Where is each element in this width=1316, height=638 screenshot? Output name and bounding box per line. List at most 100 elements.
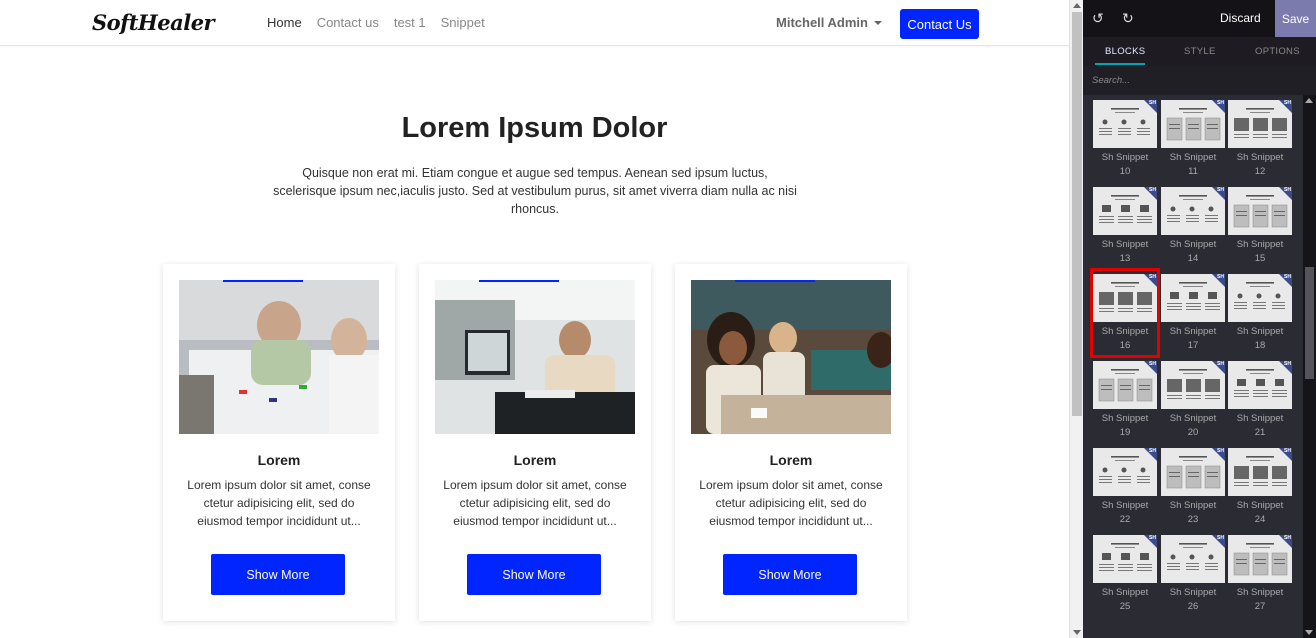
snippet-name: Sh Snippet <box>1169 500 1217 511</box>
card-accent-bar <box>735 280 815 282</box>
tab-blocks[interactable]: BLOCKS <box>1105 46 1145 57</box>
snippet-tile-17[interactable]: SH Sh Snippet 17 <box>1161 271 1225 355</box>
snippet-name: Sh Snippet <box>1169 413 1217 424</box>
snippet-number: 23 <box>1187 514 1199 525</box>
snippet-name: Sh Snippet <box>1236 152 1284 163</box>
sh-badge-text: SH <box>1284 535 1291 541</box>
snippet-number: 16 <box>1119 340 1131 351</box>
snippet-name: Sh Snippet <box>1101 239 1149 250</box>
snippet-label: Sh Snippet 16 <box>1093 325 1157 353</box>
sh-badge-text: SH <box>1149 361 1156 367</box>
scrollbar-thumb[interactable] <box>1305 267 1314 379</box>
snippet-thumbnail: SH <box>1161 187 1225 235</box>
sh-badge-text: SH <box>1217 535 1224 541</box>
card-title: Lorem <box>769 452 813 468</box>
show-more-button[interactable]: Show More <box>723 554 857 595</box>
scroll-down-icon[interactable] <box>1073 630 1081 635</box>
tab-style[interactable]: STYLE <box>1184 46 1216 57</box>
snippet-name: Sh Snippet <box>1236 413 1284 424</box>
nav-link-contact-us[interactable]: Contact us <box>317 15 379 30</box>
snippet-name: Sh Snippet <box>1236 326 1284 337</box>
panel-scrollbar[interactable] <box>1303 95 1316 638</box>
snippet-tile-27[interactable]: SH Sh Snippet 27 <box>1228 532 1292 616</box>
user-menu[interactable]: Mitchell Admin <box>776 15 882 30</box>
card-image-office-meeting <box>179 280 379 434</box>
snippet-tile-14[interactable]: SH Sh Snippet 14 <box>1161 184 1225 268</box>
snippet-label: Sh Snippet 26 <box>1161 586 1225 614</box>
sh-badge-text: SH <box>1284 187 1291 193</box>
snippet-thumbnail: SH <box>1161 100 1225 148</box>
sh-badge-text: SH <box>1217 187 1224 193</box>
snippet-number: 14 <box>1187 253 1199 264</box>
snippet-number: 22 <box>1119 514 1131 525</box>
snippet-thumbnail: SH <box>1093 361 1157 409</box>
snippet-thumbnail: SH <box>1093 274 1157 322</box>
snippet-tile-23[interactable]: SH Sh Snippet 23 <box>1161 445 1225 529</box>
site-scrollbar[interactable] <box>1069 0 1083 638</box>
scroll-up-icon[interactable] <box>1305 98 1313 103</box>
sh-badge-text: SH <box>1149 535 1156 541</box>
snippet-number: 15 <box>1254 253 1266 264</box>
snippet-thumbnail: SH <box>1093 100 1157 148</box>
nav-link-test-1[interactable]: test 1 <box>394 15 426 30</box>
snippet-tile-12[interactable]: SH Sh Snippet 12 <box>1228 97 1292 181</box>
snippet-thumbnail: SH <box>1228 361 1292 409</box>
scrollbar-thumb[interactable] <box>1072 12 1082 416</box>
snippet-thumbnail: SH <box>1228 187 1292 235</box>
sh-badge-text: SH <box>1149 274 1156 280</box>
snippet-thumbnail: SH <box>1228 448 1292 496</box>
snippet-tile-20[interactable]: SH Sh Snippet 20 <box>1161 358 1225 442</box>
card-title: Lorem <box>257 452 301 468</box>
snippet-tile-11[interactable]: SH Sh Snippet 11 <box>1161 97 1225 181</box>
snippet-name: Sh Snippet <box>1101 587 1149 598</box>
snippet-tile-25[interactable]: SH Sh Snippet 25 <box>1093 532 1157 616</box>
search-input[interactable] <box>1083 66 1316 95</box>
sh-badge-text: SH <box>1284 448 1291 454</box>
hero-text: Quisque non erat mi. Etiam congue et aug… <box>273 166 797 216</box>
sh-badge-text: SH <box>1284 274 1291 280</box>
card-text: Lorem ipsum dolor sit amet, conse ctetur… <box>187 478 371 528</box>
snippet-tile-10[interactable]: SH Sh Snippet 10 <box>1093 97 1157 181</box>
snippet-tile-15[interactable]: SH Sh Snippet 15 <box>1228 184 1292 268</box>
snippet-tile-19[interactable]: SH Sh Snippet 19 <box>1093 358 1157 442</box>
redo-icon[interactable]: ↻ <box>1122 10 1134 27</box>
show-more-button[interactable]: Show More <box>211 554 345 595</box>
scroll-down-icon[interactable] <box>1305 630 1313 635</box>
show-more-button[interactable]: Show More <box>467 554 601 595</box>
nav-menu: Home Contact us test 1 Snippet <box>267 15 485 30</box>
tab-options[interactable]: OPTIONS <box>1255 46 1300 57</box>
save-button[interactable]: Save <box>1275 0 1316 37</box>
snippet-tile-24[interactable]: SH Sh Snippet 24 <box>1228 445 1292 529</box>
card-title: Lorem <box>513 452 557 468</box>
undo-icon[interactable]: ↺ <box>1092 10 1104 27</box>
snippet-number: 24 <box>1254 514 1266 525</box>
snippet-label: Sh Snippet 14 <box>1161 238 1225 266</box>
nav-link-snippet[interactable]: Snippet <box>441 15 485 30</box>
snippet-thumbnail: SH <box>1093 448 1157 496</box>
snippet-tile-16[interactable]: SH Sh Snippet 16 <box>1090 268 1160 358</box>
top-navbar: SoftHealer Home Contact us test 1 Snippe… <box>0 0 1069 46</box>
caret-down-icon <box>873 20 882 25</box>
snippet-tile-21[interactable]: SH Sh Snippet 21 <box>1228 358 1292 442</box>
sh-badge-text: SH <box>1149 187 1156 193</box>
snippet-tile-13[interactable]: SH Sh Snippet 13 <box>1093 184 1157 268</box>
snippet-name: Sh Snippet <box>1236 239 1284 250</box>
snippet-label: Sh Snippet 15 <box>1228 238 1292 266</box>
nav-link-home[interactable]: Home <box>267 15 302 30</box>
card-image-women-at-table <box>691 280 891 434</box>
snippet-tile-22[interactable]: SH Sh Snippet 22 <box>1093 445 1157 529</box>
brand-logo[interactable]: SoftHealer <box>92 10 215 35</box>
discard-button[interactable]: Discard <box>1220 11 1261 25</box>
snippet-tile-18[interactable]: SH Sh Snippet 18 <box>1228 271 1292 355</box>
snippet-tile-26[interactable]: SH Sh Snippet 26 <box>1161 532 1225 616</box>
snippet-search <box>1083 66 1316 95</box>
scroll-up-icon[interactable] <box>1073 3 1081 8</box>
editor-panel: ↺ ↻ Discard Save BLOCKS STYLE OPTIONS SH… <box>1083 0 1316 638</box>
snippet-label: Sh Snippet 18 <box>1228 325 1292 353</box>
card-text: Lorem ipsum dolor sit amet, conse ctetur… <box>443 478 627 528</box>
snippet-number: 19 <box>1119 427 1131 438</box>
contact-us-button[interactable]: Contact Us <box>900 9 979 39</box>
snippet-label: Sh Snippet 11 <box>1161 151 1225 179</box>
snippet-name: Sh Snippet <box>1101 152 1149 163</box>
user-name: Mitchell Admin <box>776 15 868 30</box>
